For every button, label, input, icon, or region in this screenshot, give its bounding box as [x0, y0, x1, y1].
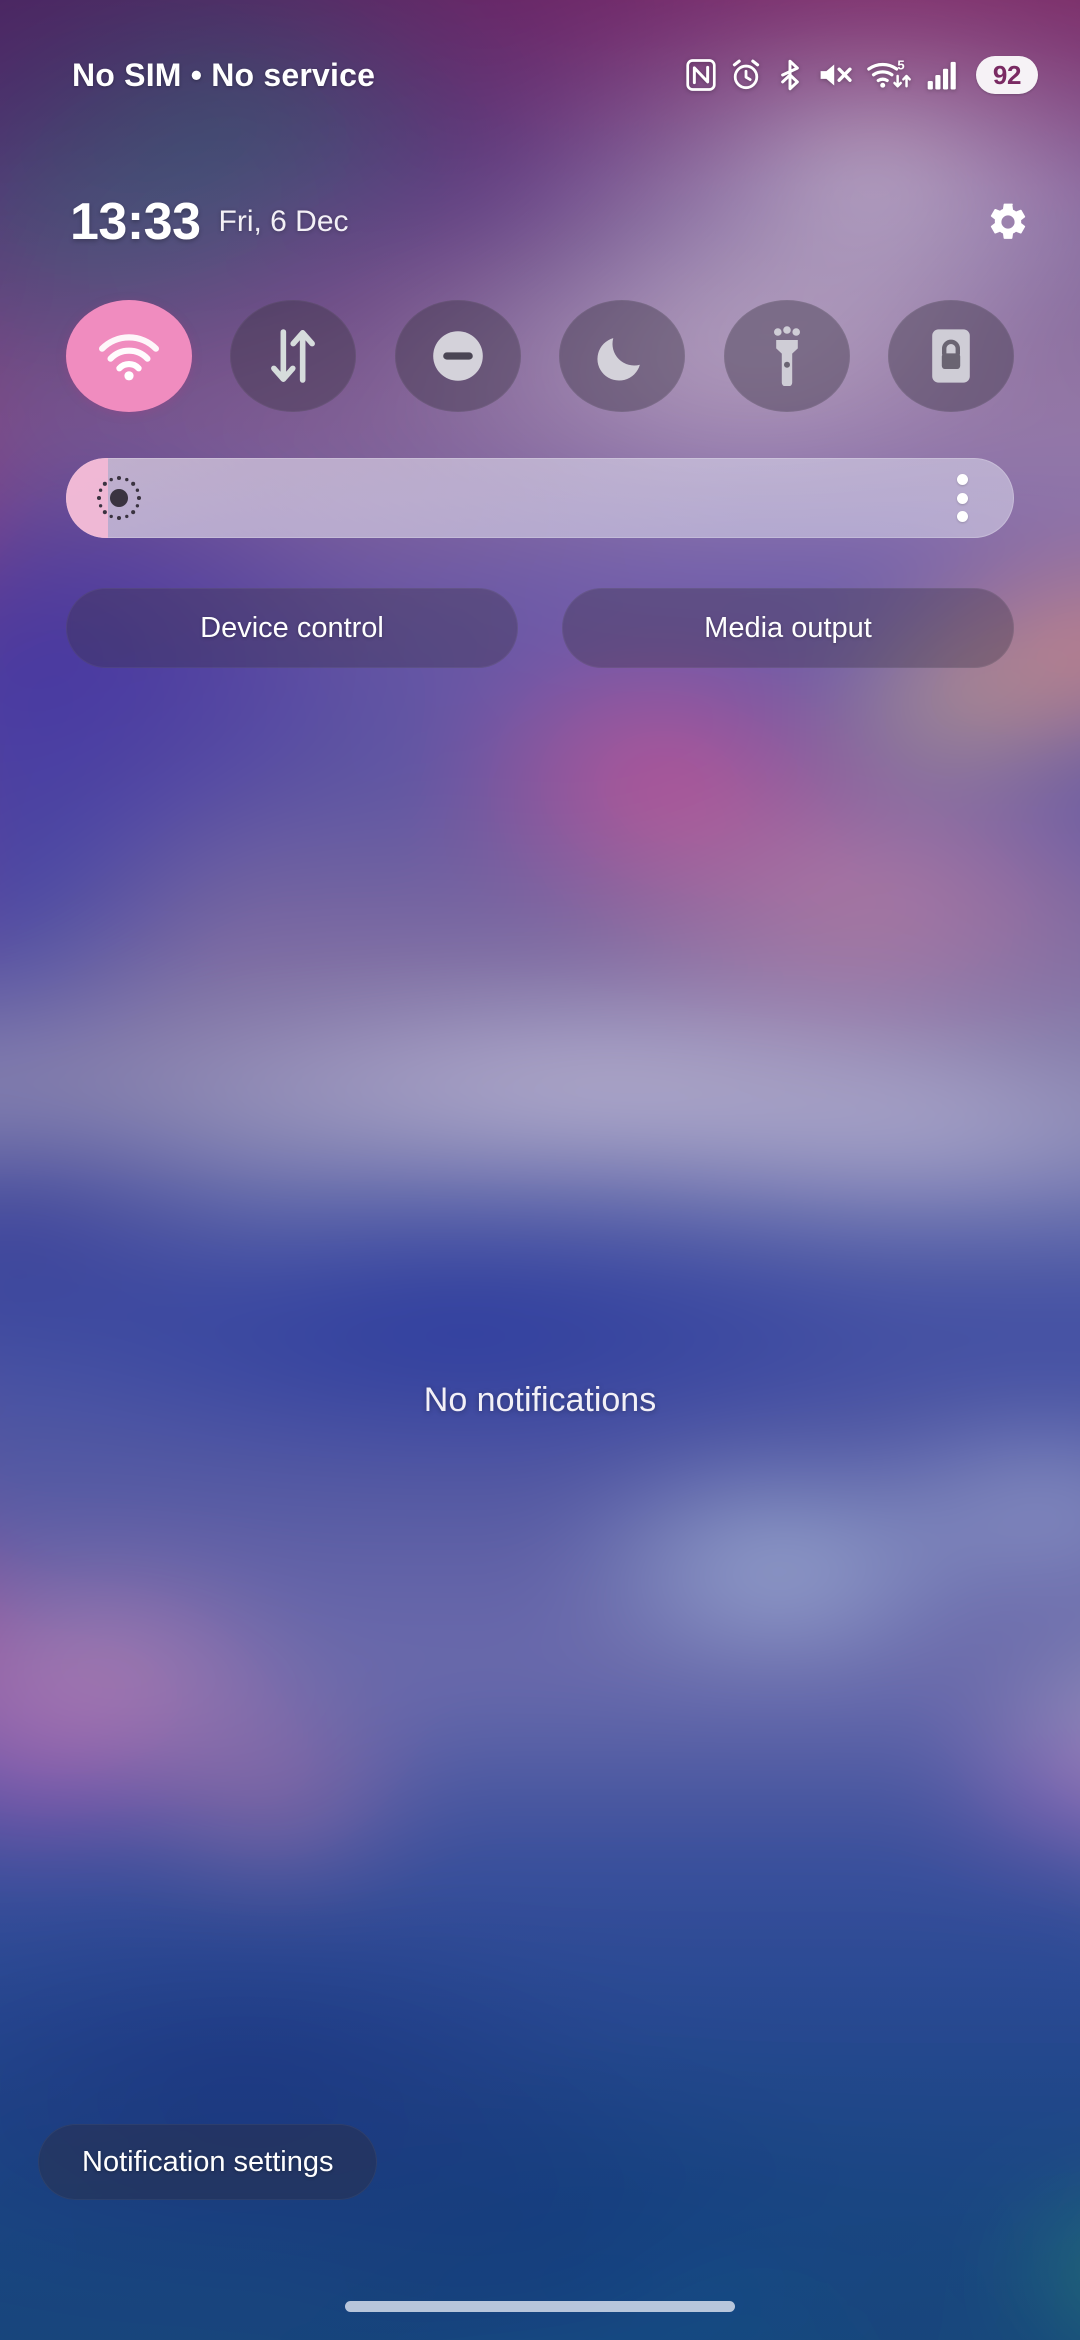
battery-indicator: 92: [976, 56, 1038, 94]
panel-content: No SIM • No service 5 92 13:33 Fri, 6 De…: [0, 0, 1080, 2340]
clock-date: Fri, 6 Dec: [218, 205, 349, 238]
qs-tile-flashlight[interactable]: [723, 300, 850, 412]
qs-tile-wifi[interactable]: [66, 300, 192, 412]
volume-mute-icon: [820, 64, 852, 86]
device-control-label: Device control: [200, 611, 384, 644]
battery-percentage-text: 92: [992, 60, 1022, 90]
notification-settings-label: Notification settings: [82, 2145, 334, 2178]
qs-tile-rotation-lock[interactable]: [887, 300, 1014, 412]
wifi-signal-icon: 5: [867, 58, 911, 88]
bluetooth-icon: [781, 59, 799, 91]
qs-tile-do-not-disturb[interactable]: [394, 300, 521, 412]
settings-button[interactable]: [972, 186, 1044, 258]
device-control-button[interactable]: Device control: [66, 588, 518, 668]
brightness-sun-icon: [96, 475, 142, 521]
clock-time: 13:33: [70, 193, 201, 251]
brightness-slider[interactable]: [66, 458, 1014, 538]
alarm-icon: [732, 59, 760, 90]
nfc-icon: [686, 59, 716, 91]
lock-icon: [932, 329, 970, 383]
media-output-button[interactable]: Media output: [562, 588, 1014, 668]
no-notifications-message: No notifications: [423, 1380, 657, 1419]
menu-dot: [956, 511, 968, 522]
menu-dot: [956, 474, 968, 485]
media-output-label: Media output: [704, 611, 872, 644]
quick-settings-tiles-row: [0, 300, 1080, 412]
data-usage-icon: [271, 329, 316, 383]
status-bar-icons: 5 92: [686, 56, 1038, 94]
notification-settings-button[interactable]: Notification settings: [38, 2124, 378, 2200]
clock-header-row: 13:33 Fri, 6 Dec: [0, 182, 1080, 262]
qs-tile-dark-mode[interactable]: [559, 300, 686, 412]
cellular-signal-icon: [927, 61, 956, 90]
overflow-menu-icon[interactable]: [940, 469, 984, 527]
qs-tile-data-usage[interactable]: [230, 300, 357, 412]
wifi-icon: [98, 334, 159, 381]
gear-icon: [990, 203, 1026, 239]
menu-dot: [956, 492, 968, 504]
notification-list-area: No notifications: [0, 700, 1080, 2100]
flashlight-icon: [773, 326, 800, 386]
status-bar: No SIM • No service 5 92: [0, 0, 1080, 150]
action-buttons-row: Device control Media output: [66, 588, 1014, 668]
moon-icon: [597, 338, 641, 381]
svg-text:5: 5: [897, 58, 904, 72]
home-gesture-bar[interactable]: [345, 2301, 735, 2312]
carrier-status-text: No SIM • No service: [72, 56, 376, 93]
do-not-disturb-icon: [432, 331, 483, 381]
quick-settings-screen: No SIM • No service 5 92 13:33 Fri, 6 De…: [0, 0, 1080, 2340]
